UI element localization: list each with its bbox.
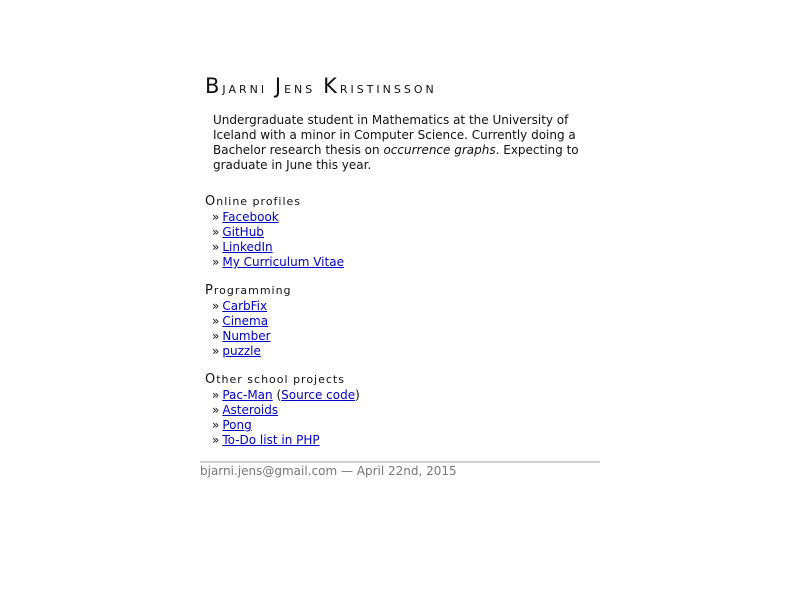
bullet: »: [212, 344, 220, 358]
section-title-initial: O: [205, 194, 217, 209]
footer-contact: bjarni.jens@gmail.com — April 22nd, 2015: [200, 464, 457, 478]
section-title-rest: rogramming: [213, 284, 292, 297]
list-item: » Number: [212, 329, 600, 344]
name-last-initial: K: [323, 74, 340, 98]
list-item: » Pong: [212, 418, 600, 433]
pacman-source-link[interactable]: Source code: [281, 388, 355, 402]
github-link[interactable]: GitHub: [222, 225, 264, 239]
programming-list: » CarbFix » Cinema » Number » puzzle: [205, 299, 600, 359]
name-first-initial: B: [205, 74, 223, 98]
list-item: » My Curriculum Vitae: [212, 255, 600, 270]
section-school-projects: Other school projects » Pac-Man (Source c…: [205, 372, 600, 448]
section-title-rest: nline profiles: [216, 195, 302, 208]
section-title-rest: ther school projects: [216, 373, 345, 386]
section-title-programming: Programming: [205, 283, 600, 299]
list-item: » puzzle: [212, 344, 600, 359]
bullet: »: [212, 240, 220, 254]
list-item: » Cinema: [212, 314, 600, 329]
bullet: »: [212, 388, 220, 402]
name-middle-rest: ens: [284, 79, 316, 97]
carbfix-link[interactable]: CarbFix: [222, 299, 267, 313]
linkedin-link[interactable]: LinkedIn: [222, 240, 272, 254]
list-item: » Facebook: [212, 210, 600, 225]
bullet: »: [212, 299, 220, 313]
asteroids-link[interactable]: Asteroids: [222, 403, 278, 417]
page-title: Bjarni Jens Kristinsson: [205, 74, 437, 98]
section-title-initial: P: [205, 283, 214, 298]
list-item: » Asteroids: [212, 403, 600, 418]
section-title-online-profiles: Online profiles: [205, 194, 600, 210]
bullet: »: [212, 403, 220, 417]
list-item: » LinkedIn: [212, 240, 600, 255]
list-item: » CarbFix: [212, 299, 600, 314]
pacman-link[interactable]: Pac-Man: [222, 388, 272, 402]
intro-emphasis: occurrence graphs: [383, 143, 496, 157]
section-programming: Programming » CarbFix » Cinema » Number » pu…: [205, 283, 600, 359]
bullet: »: [212, 255, 220, 269]
section-title-school-projects: Other school projects: [205, 372, 600, 388]
footer-divider: [200, 461, 600, 463]
cv-link[interactable]: My Curriculum Vitae: [222, 255, 344, 269]
pong-link[interactable]: Pong: [222, 418, 251, 432]
section-title-initial: O: [205, 372, 217, 387]
list-item: » To-Do list in PHP: [212, 433, 600, 448]
intro-paragraph: Undergraduate student in Mathematics at …: [213, 113, 593, 173]
section-online-profiles: Online profiles » Facebook » GitHub » Linke…: [205, 194, 600, 270]
school-projects-list: » Pac-Man (Source code) » Asteroids » Pong …: [205, 388, 600, 448]
name-last-rest: ristinsson: [339, 79, 437, 97]
bullet: »: [212, 210, 220, 224]
todo-php-link[interactable]: To-Do list in PHP: [222, 433, 319, 447]
bullet: »: [212, 418, 220, 432]
online-profiles-list: » Facebook » GitHub » LinkedIn » My Curricul…: [205, 210, 600, 270]
list-item: » Pac-Man (Source code): [212, 388, 600, 403]
facebook-link[interactable]: Facebook: [222, 210, 278, 224]
name-first-rest: jarni: [222, 79, 268, 97]
bullet: »: [212, 329, 220, 343]
name-middle-initial: J: [274, 74, 285, 98]
list-item: » GitHub: [212, 225, 600, 240]
cinema-link[interactable]: Cinema: [222, 314, 268, 328]
puzzle-link[interactable]: puzzle: [222, 344, 261, 358]
bullet: »: [212, 225, 220, 239]
number-link[interactable]: Number: [222, 329, 270, 343]
bullet: »: [212, 433, 220, 447]
paren-close: ): [355, 388, 360, 402]
bullet: »: [212, 314, 220, 328]
